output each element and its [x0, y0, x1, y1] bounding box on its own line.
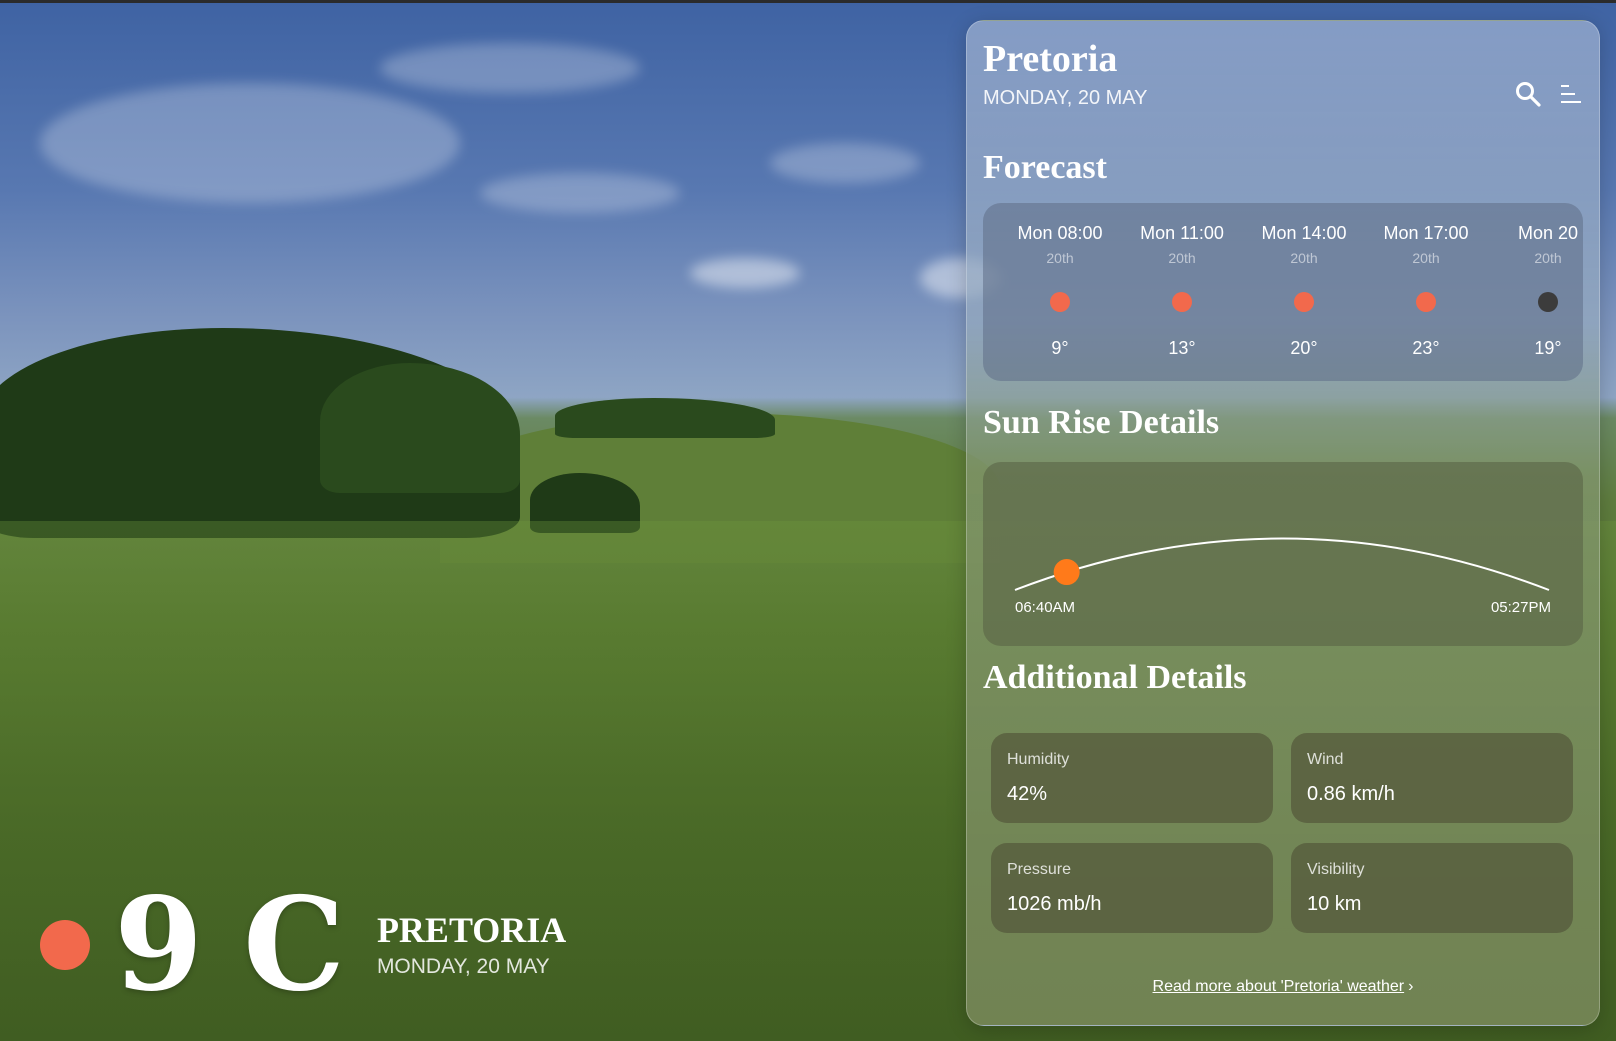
- humidity-label: Humidity: [1007, 751, 1070, 768]
- moon-icon: [1538, 292, 1558, 312]
- humidity-value: 42%: [1007, 783, 1048, 805]
- forecast-item: Mon 14:00 20th 20°: [1243, 223, 1365, 359]
- forecast-item: Mon 11:00 20th 13°: [1121, 223, 1243, 359]
- weather-panel: Pretoria MONDAY, 20 MAY Forecast Mon 08:…: [966, 20, 1600, 1026]
- forecast-time: Mon 17:00: [1383, 223, 1469, 243]
- sunrise-time: 06:40AM: [1015, 599, 1076, 616]
- current-temperature: 9: [114, 870, 204, 1020]
- panel-city: Pretoria: [983, 38, 1118, 80]
- sun-position-icon: [1053, 559, 1080, 586]
- forecast-day: 20th: [1412, 250, 1440, 266]
- location-block: PRETORIA MONDAY, 20 MAY: [377, 911, 566, 979]
- forecast-temp: 19°: [1534, 338, 1562, 358]
- forecast-time: Mon 20: [1517, 223, 1579, 243]
- panel-header: Pretoria MONDAY, 20 MAY: [983, 38, 1583, 129]
- forecast-temp: 13°: [1168, 338, 1196, 358]
- wind-label: Wind: [1307, 751, 1344, 768]
- search-icon[interactable]: [1515, 81, 1541, 107]
- wind-card: Wind 0.86 km/h: [1291, 733, 1573, 823]
- details-title: Additional Details: [983, 659, 1247, 696]
- sun-icon: [1294, 292, 1314, 312]
- forecast-item: Mon 17:00 20th 23°: [1365, 223, 1487, 359]
- current-weather: 9 C PRETORIA MONDAY, 20 MAY: [40, 880, 566, 1010]
- forecast-day: 20th: [1168, 250, 1196, 266]
- forecast-time: Mon 14:00: [1261, 223, 1347, 243]
- location-city: PRETORIA: [376, 910, 567, 951]
- visibility-value: 10 km: [1307, 893, 1362, 915]
- forecast-day: 20th: [1290, 250, 1318, 266]
- forecast-item: Mon 20 20th 19°: [1487, 223, 1583, 359]
- forecast-title: Forecast: [983, 149, 1107, 186]
- sun-icon: [1050, 292, 1070, 312]
- sun-icon: [1416, 292, 1436, 312]
- chevron-right-icon: ›: [1408, 978, 1414, 995]
- pressure-card: Pressure 1026 mb/h: [991, 843, 1273, 933]
- wind-value: 0.86 km/h: [1307, 783, 1395, 805]
- read-more-text: Read more about 'Pretoria' weather: [1152, 978, 1405, 995]
- humidity-card: Humidity 42%: [991, 733, 1273, 823]
- forecast-temp: 23°: [1412, 338, 1440, 358]
- temperature-unit: C: [243, 870, 345, 1020]
- sunrise-title: Sun Rise Details: [983, 404, 1220, 441]
- forecast-day: 20th: [1046, 250, 1074, 266]
- sun-icon: [40, 920, 90, 970]
- panel-date: MONDAY, 20 MAY: [983, 86, 1148, 109]
- forecast-day: 20th: [1534, 250, 1562, 266]
- pressure-value: 1026 mb/h: [1007, 893, 1102, 915]
- read-more-link[interactable]: Read more about 'Pretoria' weather ›: [967, 978, 1599, 996]
- forecast-temp: 20°: [1290, 338, 1318, 358]
- location-date: MONDAY, 20 MAY: [376, 954, 550, 978]
- visibility-label: Visibility: [1307, 861, 1365, 878]
- forecast-item: Mon 08:00 20th 9°: [999, 223, 1121, 359]
- forecast-list[interactable]: Mon 08:00 20th 9° Mon 11:00 20th 13° Mon 14:00…: [983, 203, 1583, 381]
- forecast-temp: 9°: [1051, 338, 1069, 358]
- sunrise-card: 06:40AM 05:27PM: [983, 462, 1583, 646]
- visibility-card: Visibility 10 km: [1291, 843, 1573, 933]
- sunset-time: 05:27PM: [1490, 599, 1551, 616]
- sun-icon: [1172, 292, 1192, 312]
- menu-icon[interactable]: [1557, 81, 1583, 107]
- sun-arc: [1014, 537, 1550, 591]
- pressure-label: Pressure: [1007, 861, 1072, 878]
- forecast-time: Mon 11:00: [1140, 223, 1224, 243]
- forecast-time: Mon 08:00: [1017, 223, 1103, 243]
